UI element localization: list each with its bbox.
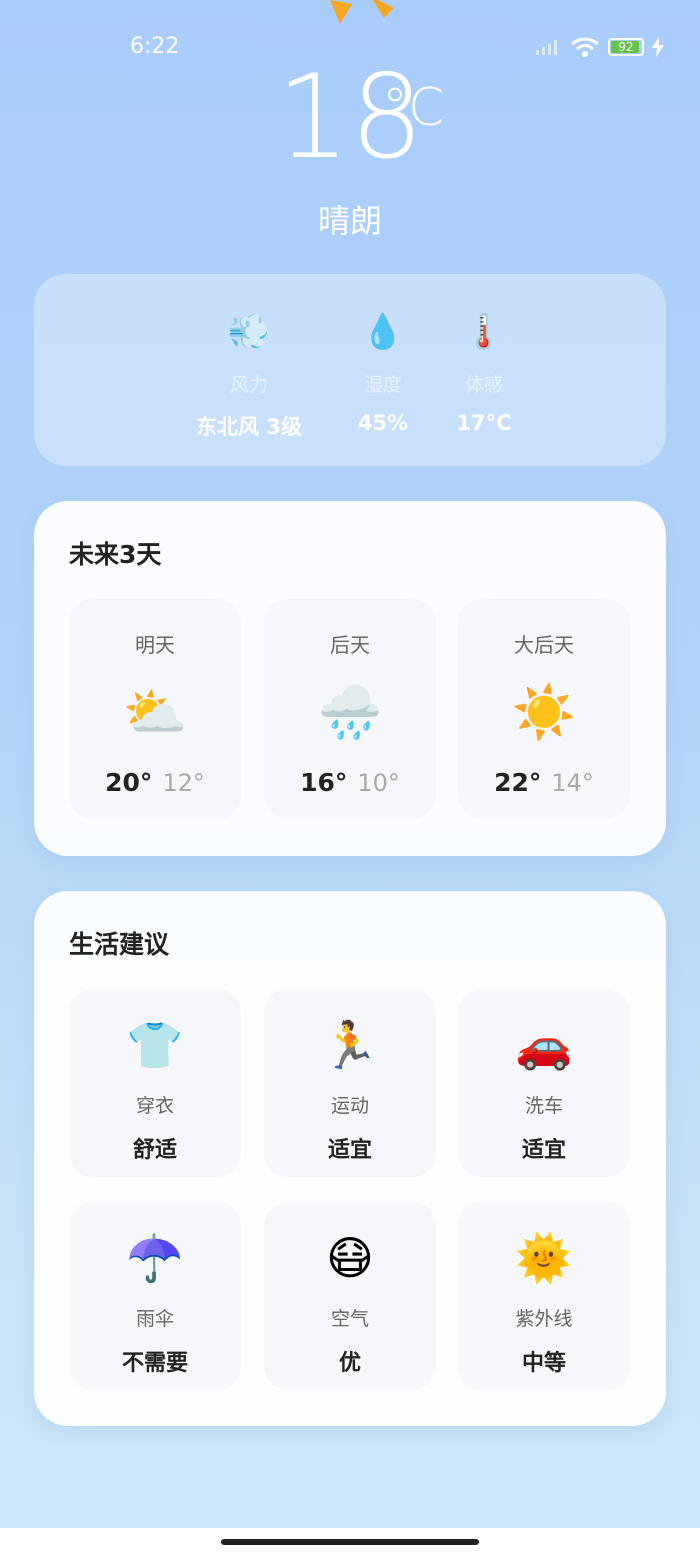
home-indicator-bar[interactable] bbox=[221, 1539, 479, 1545]
running-icon: 🏃 bbox=[321, 1018, 379, 1072]
life-advice-title: 生活建议 bbox=[69, 930, 170, 959]
forecast-low: 14° bbox=[551, 769, 594, 797]
forecast-day-tile[interactable]: 大后天 ☀️ 22° 14° bbox=[458, 599, 630, 819]
life-item-exercise[interactable]: 🏃 运动 适宜 bbox=[264, 989, 436, 1177]
life-item-value: 中等 bbox=[521, 1351, 566, 1376]
status-time: 6:22 bbox=[130, 34, 180, 59]
thermometer-icon: 🌡️ bbox=[462, 312, 506, 352]
car-icon: 🚗 bbox=[515, 1018, 573, 1072]
battery-icon: 92 bbox=[608, 38, 644, 56]
life-item-label: 紫外线 bbox=[515, 1308, 573, 1330]
life-item-uv[interactable]: 🌞 紫外线 中等 bbox=[458, 1202, 630, 1390]
tshirt-icon: 👕 bbox=[126, 1018, 184, 1072]
forecast-high: 16° bbox=[300, 768, 348, 797]
life-item-value: 优 bbox=[338, 1351, 361, 1376]
wifi-icon bbox=[571, 37, 599, 57]
life-item-label: 空气 bbox=[330, 1308, 369, 1330]
mask-face-icon: 😷 bbox=[326, 1231, 374, 1285]
current-temperature-block: 18 bbox=[0, 58, 700, 178]
forecast-day-label: 后天 bbox=[330, 633, 370, 657]
forecast-low: 10° bbox=[357, 769, 400, 797]
forecast-day-label: 大后天 bbox=[514, 633, 574, 657]
forecast-card: 未来3天 明天 ⛅ 20° 12° 后天 🌧️ 16° 10° 大后天 ☀️ 22°… bbox=[34, 501, 666, 856]
forecast-temps: 22° 14° bbox=[458, 768, 630, 797]
life-item-car-wash[interactable]: 🚗 洗车 适宜 bbox=[458, 989, 630, 1177]
forecast-title: 未来3天 bbox=[69, 540, 162, 569]
life-item-value: 适宜 bbox=[521, 1138, 566, 1163]
weather-details-card: 💨 风力 东北风 3级 💧 湿度 45% 🌡️ 体感 17°C bbox=[34, 274, 666, 466]
forecast-temps: 20° 12° bbox=[69, 768, 241, 797]
forecast-low: 12° bbox=[162, 769, 205, 797]
forecast-day-tile[interactable]: 后天 🌧️ 16° 10° bbox=[264, 599, 436, 819]
detail-feels-like: 🌡️ 体感 17°C bbox=[404, 310, 564, 435]
forecast-day-tile[interactable]: 明天 ⛅ 20° 12° bbox=[69, 599, 241, 819]
life-item-clothing[interactable]: 👕 穿衣 舒适 bbox=[69, 989, 241, 1177]
status-icons: 92 bbox=[534, 36, 664, 58]
charging-bolt-icon bbox=[652, 37, 664, 57]
life-item-label: 穿衣 bbox=[135, 1095, 174, 1117]
forecast-day-label: 明天 bbox=[135, 633, 175, 657]
forecast-high: 22° bbox=[494, 768, 542, 797]
battery-level: 92 bbox=[618, 40, 634, 54]
life-item-air-quality[interactable]: 😷 空气 优 bbox=[264, 1202, 436, 1390]
weather-condition: 晴朗 bbox=[317, 202, 382, 240]
cellular-signal-icon bbox=[536, 40, 557, 55]
umbrella-icon: ☂️ bbox=[126, 1231, 184, 1285]
sun-icon: ☀️ bbox=[511, 683, 577, 743]
life-item-value: 适宜 bbox=[327, 1138, 372, 1163]
detail-label: 体感 bbox=[464, 374, 503, 396]
life-item-value: 不需要 bbox=[121, 1351, 188, 1376]
life-item-label: 运动 bbox=[330, 1095, 369, 1117]
life-item-label: 洗车 bbox=[524, 1095, 563, 1117]
life-advice-card: 生活建议 👕 穿衣 舒适 🏃 运动 适宜 🚗 洗车 适宜 ☂️ 雨伞 不需要 😷… bbox=[34, 891, 666, 1426]
life-item-umbrella[interactable]: ☂️ 雨伞 不需要 bbox=[69, 1202, 241, 1390]
forecast-temps: 16° 10° bbox=[264, 768, 436, 797]
rain-cloud-icon: 🌧️ bbox=[317, 683, 383, 743]
detail-value: 17°C bbox=[456, 411, 512, 435]
sun-behind-cloud-icon: ⛅ bbox=[122, 683, 188, 743]
navigation-area bbox=[0, 1528, 700, 1555]
temperature-unit: °C bbox=[382, 78, 445, 138]
forecast-high: 20° bbox=[105, 768, 153, 797]
sun-face-icon: 🌞 bbox=[515, 1231, 573, 1285]
life-item-label: 雨伞 bbox=[135, 1308, 174, 1330]
life-item-value: 舒适 bbox=[132, 1138, 177, 1163]
